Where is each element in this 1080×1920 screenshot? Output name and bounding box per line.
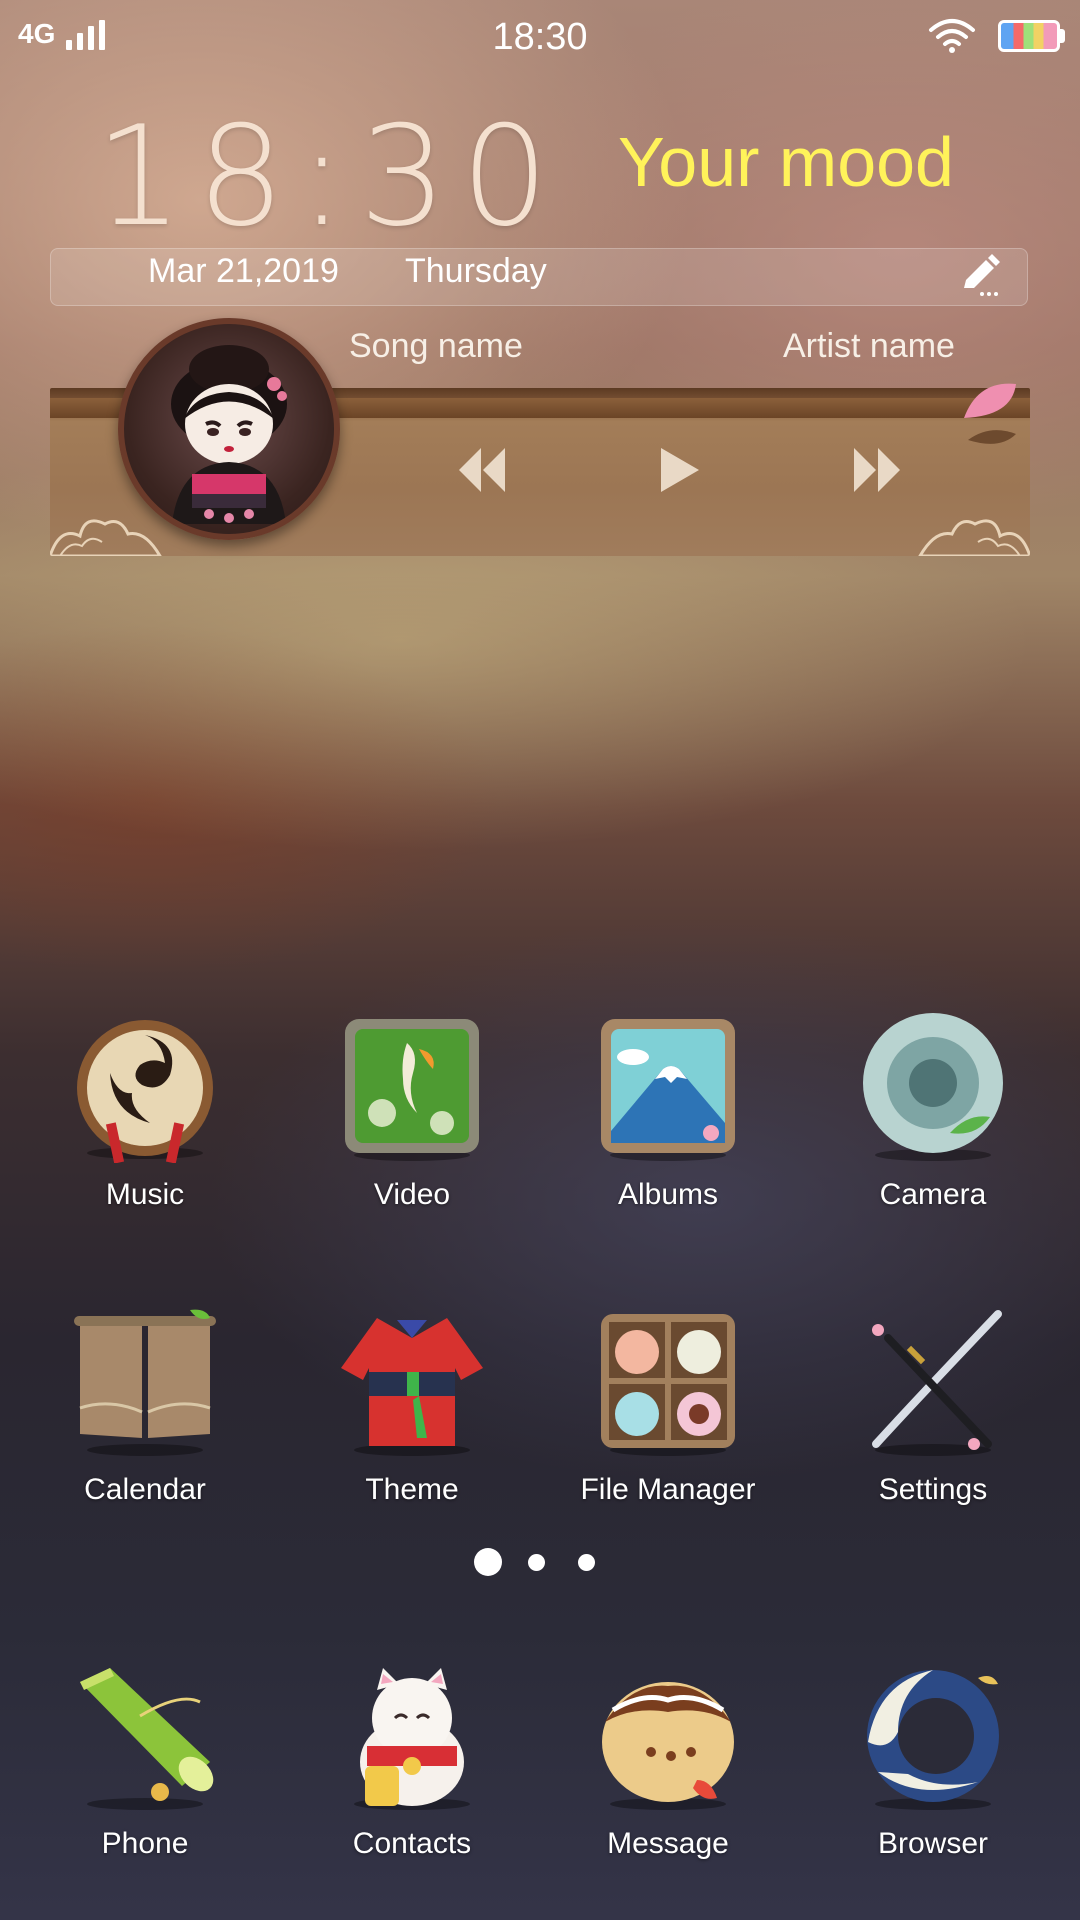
app-label: Theme [365,1473,459,1506]
status-time: 18:30 [492,16,588,58]
app-video[interactable]: Video [302,1013,522,1212]
app-albums[interactable]: Albums [558,1013,778,1212]
app-label: Browser [877,1827,989,1860]
wifi-icon [929,19,975,53]
date-text: Mar 21,2019 [148,252,339,290]
app-label: Settings [878,1473,988,1506]
great-wave-icon [867,1670,999,1810]
app-camera[interactable]: Camera [823,1013,1043,1212]
mood-text[interactable]: Your mood [618,122,954,202]
edit-icon[interactable] [958,254,1002,298]
app-label: File Manager [580,1473,756,1506]
app-label: Phone [101,1827,189,1860]
app-browser[interactable]: Browser [823,1662,1043,1861]
taiko-drum-icon [77,1020,213,1164]
app-file-manager[interactable]: File Manager [558,1308,778,1507]
app-theme[interactable]: Theme [302,1308,522,1507]
page-dot[interactable] [528,1554,545,1571]
app-label: Message [607,1827,729,1860]
katana-icon [872,1310,1002,1456]
previous-button[interactable] [455,444,507,496]
song-name: Song name [349,327,523,365]
takoyaki-icon [602,1682,734,1810]
app-label: Video [373,1178,451,1211]
weekday-text: Thursday [405,252,547,290]
bamboo-icon [80,1668,214,1810]
page-dot-active[interactable] [474,1548,502,1576]
mochi-box-icon [601,1314,735,1456]
clock-time[interactable]: 18:30 [95,108,563,246]
app-label: Camera [879,1178,987,1211]
app-settings[interactable]: Settings [823,1308,1043,1507]
app-message[interactable]: Message [558,1662,778,1861]
app-label: Albums [617,1178,719,1211]
cloud-ornament-icon [918,519,1030,556]
app-contacts[interactable]: Contacts [302,1662,522,1861]
maneki-neko-icon [354,1668,470,1810]
battery-tip [1060,29,1065,43]
geisha-icon [171,345,287,524]
battery-icon [998,20,1060,52]
play-button[interactable] [657,444,703,496]
koi-pond-icon [345,1019,479,1161]
album-art[interactable] [118,318,340,540]
celadon-bowl-icon [863,1013,1003,1161]
app-phone[interactable]: Phone [35,1662,255,1861]
app-calendar[interactable]: Calendar [35,1308,255,1507]
kimono-icon [341,1318,483,1456]
artist-name: Artist name [783,327,955,365]
mount-fuji-frame-icon [601,1019,735,1161]
noren-curtain-icon [74,1309,216,1456]
app-label: Music [105,1178,185,1211]
app-music[interactable]: Music [35,1013,255,1212]
next-button[interactable] [852,444,904,496]
app-label: Calendar [84,1473,206,1506]
petal-icon [964,383,1016,444]
app-label: Contacts [352,1827,472,1860]
page-dot[interactable] [578,1554,595,1571]
